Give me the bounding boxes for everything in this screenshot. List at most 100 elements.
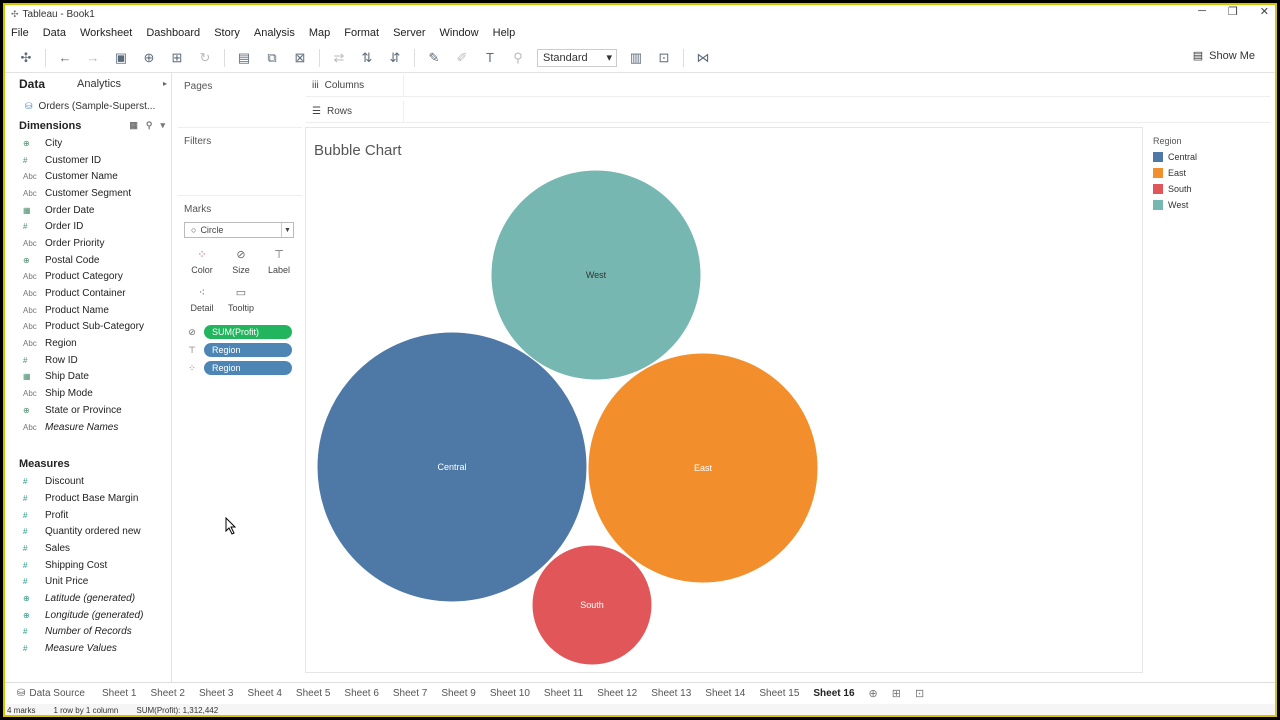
minimize-icon[interactable]: ─	[1198, 5, 1206, 18]
dropdown-icon[interactable]: ▾	[160, 120, 165, 131]
show-mark-labels-icon[interactable]: T	[481, 49, 499, 67]
legend-item-south[interactable]: South	[1149, 181, 1269, 197]
save-icon[interactable]: ▣	[112, 49, 130, 67]
close-icon[interactable]: ✕	[1260, 5, 1269, 18]
menu-file[interactable]: File	[11, 27, 29, 39]
sum-profit-pill[interactable]: SUM(Profit)	[204, 325, 292, 339]
fit-select[interactable]: Standard ▾	[537, 48, 617, 67]
new-datasource-icon[interactable]: ⊕	[140, 49, 158, 67]
menu-analysis[interactable]: Analysis	[254, 27, 295, 39]
new-worksheet-icon[interactable]: ⊕	[862, 687, 885, 700]
detail-button[interactable]: ⁖ Detail	[184, 286, 220, 320]
presentation-mode-icon[interactable]: ⊡	[655, 49, 673, 67]
field-unit-price[interactable]: # Unit Price	[5, 574, 171, 591]
tab-sheet-10[interactable]: Sheet 10	[483, 688, 537, 699]
redo-icon[interactable]: →	[84, 49, 102, 67]
legend-item-east[interactable]: East	[1149, 165, 1269, 181]
show-me-button[interactable]: ▤ Show Me	[1193, 49, 1255, 63]
new-worksheet-icon[interactable]: ▤	[235, 49, 253, 67]
tooltip-button[interactable]: ▭ Tooltip	[223, 286, 259, 320]
tab-sheet-4[interactable]: Sheet 4	[240, 688, 288, 699]
rows-shelf[interactable]: ☰ Rows	[306, 101, 1270, 123]
field-latitude-generated[interactable]: ⊕ Latitude (generated)	[5, 590, 171, 607]
field-ship-date[interactable]: ▦ Ship Date	[5, 369, 171, 386]
duplicate-sheet-icon[interactable]: ⧉	[263, 49, 281, 67]
refresh-icon[interactable]: ↻	[196, 49, 214, 67]
region-color-pill[interactable]: Region	[204, 361, 292, 375]
sort-ascending-icon[interactable]: ⇅	[358, 49, 376, 67]
search-icon[interactable]: ⚲	[146, 120, 153, 131]
new-story-icon[interactable]: ⊡	[908, 687, 931, 700]
field-customer-name[interactable]: Abc Customer Name	[5, 168, 171, 185]
tab-sheet-11[interactable]: Sheet 11	[537, 688, 590, 699]
group-members-icon[interactable]: ✐	[453, 49, 471, 67]
tab-sheet-9[interactable]: Sheet 9	[434, 688, 482, 699]
field-product-name[interactable]: Abc Product Name	[5, 302, 171, 319]
tab-data-source[interactable]: ⛁ Data Source	[13, 688, 95, 699]
menu-window[interactable]: Window	[440, 27, 479, 39]
field-order-priority[interactable]: Abc Order Priority	[5, 235, 171, 252]
menu-help[interactable]: Help	[493, 27, 516, 39]
field-product-container[interactable]: Abc Product Container	[5, 285, 171, 302]
menu-story[interactable]: Story	[214, 27, 240, 39]
legend-item-central[interactable]: Central	[1149, 149, 1269, 165]
field-product-category[interactable]: Abc Product Category	[5, 269, 171, 286]
columns-shelf[interactable]: iii Columns	[306, 75, 1270, 97]
undo-icon[interactable]: ←	[56, 49, 74, 67]
field-sales[interactable]: # Sales	[5, 540, 171, 557]
tab-sheet-13[interactable]: Sheet 13	[644, 688, 698, 699]
menu-format[interactable]: Format	[344, 27, 379, 39]
tab-sheet-3[interactable]: Sheet 3	[192, 688, 240, 699]
field-state-or-province[interactable]: ⊕ State or Province	[5, 402, 171, 419]
field-longitude-generated[interactable]: ⊕ Longitude (generated)	[5, 607, 171, 624]
field-order-date[interactable]: ▦ Order Date	[5, 202, 171, 219]
field-customer-id[interactable]: # Customer ID	[5, 152, 171, 169]
field-quantity-ordered-new[interactable]: # Quantity ordered new	[5, 523, 171, 540]
tab-data[interactable]: Data	[5, 77, 77, 91]
legend-title[interactable]: Region	[1149, 133, 1269, 149]
tab-sheet-12[interactable]: Sheet 12	[590, 688, 644, 699]
field-customer-segment[interactable]: Abc Customer Segment	[5, 185, 171, 202]
menu-data[interactable]: Data	[43, 27, 66, 39]
menu-dashboard[interactable]: Dashboard	[146, 27, 200, 39]
size-button[interactable]: ⊘ Size	[223, 248, 259, 282]
highlight-icon[interactable]: ✎	[425, 49, 443, 67]
menu-map[interactable]: Map	[309, 27, 330, 39]
menu-server[interactable]: Server	[393, 27, 425, 39]
field-row-id[interactable]: # Row ID	[5, 352, 171, 369]
tab-sheet-1[interactable]: Sheet 1	[95, 688, 143, 699]
field-city[interactable]: ⊕ City	[5, 135, 171, 152]
field-order-id[interactable]: # Order ID	[5, 218, 171, 235]
field-measure-values[interactable]: # Measure Values	[5, 640, 171, 657]
show-cards-icon[interactable]: ▥	[627, 49, 645, 67]
new-dashboard-icon[interactable]: ⊞	[885, 687, 908, 700]
label-button[interactable]: ⊤ Label	[261, 248, 297, 282]
sort-descending-icon[interactable]: ⇵	[386, 49, 404, 67]
pause-updates-icon[interactable]: ⊞	[168, 49, 186, 67]
legend-item-west[interactable]: West	[1149, 197, 1269, 213]
view-grid-icon[interactable]: ▦	[129, 120, 138, 131]
field-measure-names[interactable]: Abc Measure Names	[5, 419, 171, 436]
tab-sheet-15[interactable]: Sheet 15	[752, 688, 806, 699]
mark-type-select[interactable]: ○ Circle ▼	[184, 222, 294, 238]
field-ship-mode[interactable]: Abc Ship Mode	[5, 385, 171, 402]
restore-icon[interactable]: ❐	[1228, 5, 1238, 18]
field-product-base-margin[interactable]: # Product Base Margin	[5, 490, 171, 507]
field-discount[interactable]: # Discount	[5, 473, 171, 490]
tab-sheet-16[interactable]: Sheet 16	[806, 688, 862, 699]
color-button[interactable]: ⁘ Color	[184, 248, 220, 282]
pages-shelf[interactable]: Pages	[178, 73, 302, 123]
clear-sheet-icon[interactable]: ⊠	[291, 49, 309, 67]
tab-sheet-6[interactable]: Sheet 6	[337, 688, 385, 699]
menu-worksheet[interactable]: Worksheet	[80, 27, 132, 39]
tab-sheet-14[interactable]: Sheet 14	[698, 688, 752, 699]
field-profit[interactable]: # Profit	[5, 507, 171, 524]
tab-sheet-7[interactable]: Sheet 7	[386, 688, 434, 699]
fix-axes-icon[interactable]: ⚲	[509, 49, 527, 67]
tab-analytics[interactable]: Analytics	[77, 78, 121, 90]
swap-rows-columns-icon[interactable]: ⇄	[330, 49, 348, 67]
filters-shelf[interactable]: Filters	[178, 127, 302, 191]
field-product-sub-category[interactable]: Abc Product Sub-Category	[5, 319, 171, 336]
field-postal-code[interactable]: ⊕ Postal Code	[5, 252, 171, 269]
share-icon[interactable]: ⋈	[694, 49, 712, 67]
